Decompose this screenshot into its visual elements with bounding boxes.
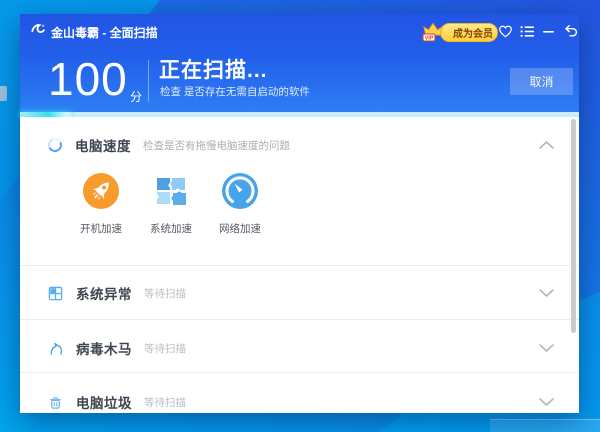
scan-sections-panel: 电脑速度 检查是否有拖慢电脑速度的问题 xyxy=(20,117,579,413)
section-status: 等待扫描 xyxy=(144,395,186,410)
section-system-anomaly[interactable]: 系统异常 等待扫描 xyxy=(48,271,567,315)
scan-status-detail: 检查 是否存在无需自启动的软件 xyxy=(160,84,310,99)
network-acceleration-tile[interactable]: 网络加速 xyxy=(203,173,277,236)
return-button[interactable] xyxy=(562,23,578,39)
minimize-icon xyxy=(542,25,555,38)
tile-label: 网络加速 xyxy=(203,221,277,236)
wallpaper-shape xyxy=(490,419,600,432)
titlebar: 金山毒霸 - 全面扫描 VIP 成为会员 xyxy=(20,14,579,46)
section-title: 电脑垃圾 xyxy=(76,392,132,412)
section-computer-speed[interactable]: 电脑速度 检查是否有拖慢电脑速度的问题 xyxy=(48,125,567,165)
favorite-button[interactable] xyxy=(497,23,513,39)
header-divider xyxy=(148,60,149,102)
puzzle-icon xyxy=(153,173,189,209)
cancel-button[interactable]: 取消 xyxy=(510,68,573,95)
scrollbar-thumb[interactable] xyxy=(571,119,576,333)
section-status: 等待扫描 xyxy=(144,286,186,301)
section-divider xyxy=(20,265,579,266)
antivirus-window: 金山毒霸 - 全面扫描 VIP 成为会员 xyxy=(20,14,579,413)
spinner-icon xyxy=(46,136,64,154)
system-acceleration-tile[interactable]: 系统加速 xyxy=(134,173,208,236)
window-title: 金山毒霸 - 全面扫描 xyxy=(51,24,158,41)
section-title: 病毒木马 xyxy=(76,338,132,358)
become-member-button[interactable]: 成为会员 xyxy=(440,23,498,42)
cancel-button-label: 取消 xyxy=(529,73,553,90)
section-virus-trojan[interactable]: 病毒木马 等待扫描 xyxy=(48,326,567,370)
chevron-down-icon[interactable] xyxy=(538,397,555,407)
section-divider xyxy=(20,319,579,320)
section-description: 检查是否有拖慢电脑速度的问题 xyxy=(143,138,290,153)
tile-label: 系统加速 xyxy=(134,221,208,236)
section-divider xyxy=(20,372,579,373)
scan-status-title: 正在扫描... xyxy=(159,54,268,84)
svg-text:VIP: VIP xyxy=(425,36,434,42)
section-status: 等待扫描 xyxy=(144,341,186,356)
section-title: 电脑速度 xyxy=(75,135,131,155)
speed-tools-row: 开机加速 系统加速 xyxy=(20,173,579,253)
trojan-horse-icon xyxy=(48,341,63,356)
gauge-icon xyxy=(222,173,258,209)
tile-label: 开机加速 xyxy=(64,221,138,236)
desktop-icon-fragment xyxy=(0,86,7,101)
trash-icon xyxy=(48,395,63,410)
section-computer-junk[interactable]: 电脑垃圾 等待扫描 xyxy=(48,380,567,413)
boot-acceleration-tile[interactable]: 开机加速 xyxy=(64,173,138,236)
vip-button-label: 成为会员 xyxy=(453,25,493,40)
scan-header: 金山毒霸 - 全面扫描 VIP 成为会员 xyxy=(20,14,579,112)
score-unit: 分 xyxy=(130,88,142,105)
minimize-button[interactable] xyxy=(540,23,556,39)
main-menu-button[interactable] xyxy=(519,23,535,39)
section-title: 系统异常 xyxy=(76,283,132,303)
heart-icon xyxy=(498,24,513,38)
app-logo-icon xyxy=(30,22,46,38)
rocket-icon xyxy=(83,173,119,209)
menu-list-icon xyxy=(520,25,535,38)
chevron-down-icon[interactable] xyxy=(538,288,555,298)
chevron-down-icon[interactable] xyxy=(538,343,555,353)
back-arrow-icon xyxy=(563,24,578,39)
health-score: 100 xyxy=(48,56,128,102)
grid-icon xyxy=(48,286,63,301)
desktop-background: 金山毒霸 - 全面扫描 VIP 成为会员 xyxy=(0,0,600,432)
vip-crown-icon: VIP xyxy=(421,19,445,43)
chevron-up-icon[interactable] xyxy=(538,140,555,150)
